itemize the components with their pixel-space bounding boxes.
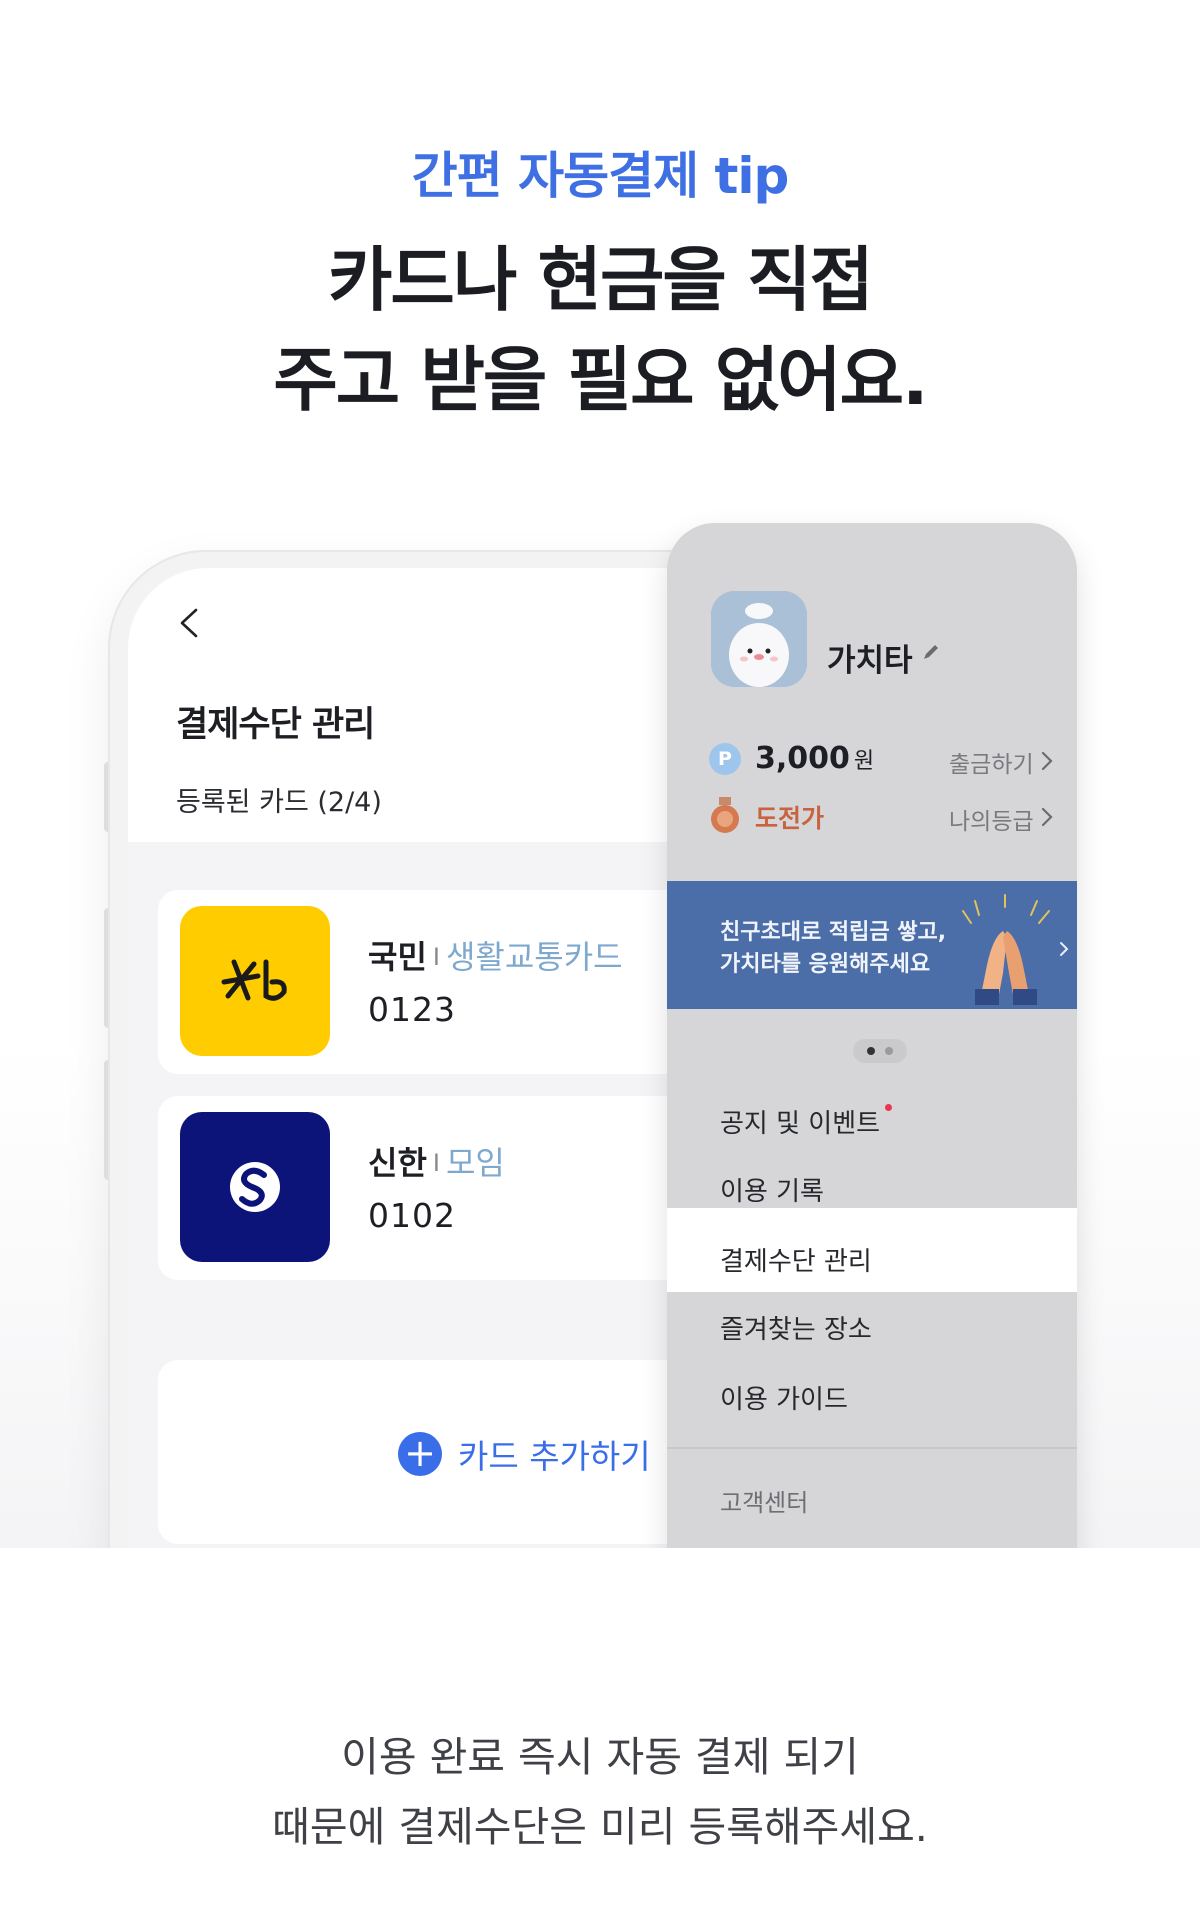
menu-item-notices[interactable]: 공지 및 이벤트 [720, 1103, 880, 1140]
pagination-dot[interactable] [885, 1047, 893, 1055]
shinhan-logo-icon [180, 1112, 330, 1262]
registered-cards-count: 등록된 카드 (2/4) [176, 787, 382, 818]
new-badge-dot [885, 1104, 892, 1111]
menu-item-label: 이용 가이드 [720, 1385, 848, 1415]
back-arrow-icon[interactable] [176, 608, 206, 638]
card-type: 모임 [445, 1144, 505, 1182]
chevron-right-icon [1041, 807, 1053, 827]
menu-item-label: 결제수단 관리 [720, 1247, 872, 1277]
page-title: 결제수단 관리 [176, 705, 375, 745]
card-separator: I [432, 1149, 440, 1177]
card-number: 0102 [368, 1196, 456, 1235]
side-menu: 가치타 P 3,000 원 출금하기 도전가 나의등급 친구초대로 적립금 쌓고… [667, 523, 1077, 1548]
banner-line-1: 친구초대로 적립금 쌓고, [720, 920, 947, 945]
card-issuer: 국민 [368, 938, 427, 976]
character-avatar-icon [711, 591, 807, 687]
chevron-right-icon [1041, 751, 1053, 771]
points-value: 3,000 [755, 741, 850, 776]
menu-item-label: 이용 기록 [720, 1177, 824, 1207]
card-item-kb[interactable]: 국민 I 생활교통카드 0123 [158, 890, 688, 1074]
divider [667, 1447, 1077, 1449]
card-item-shinhan[interactable]: 신한 I 모임 0102 [158, 1096, 688, 1280]
menu-item-label: 고객센터 [720, 1489, 809, 1517]
menu-item-favorites[interactable]: 즐겨찾는 장소 [720, 1309, 872, 1346]
add-card-button[interactable]: + 카드 추가하기 [158, 1360, 688, 1544]
medal-icon [711, 797, 739, 833]
headline-line-2: 주고 받을 필요 없어요. [273, 339, 928, 421]
points-coin-icon: P [709, 743, 741, 775]
card-title: 국민 I 생활교통카드 [368, 932, 623, 978]
invite-banner[interactable]: 친구초대로 적립금 쌓고, 가치타를 응원해주세요 [667, 881, 1077, 1009]
plus-icon: + [398, 1432, 442, 1476]
kb-logo-icon [180, 906, 330, 1056]
points-unit: 원 [853, 749, 875, 774]
banner-pagination [853, 1039, 907, 1063]
card-issuer: 신한 [368, 1144, 427, 1182]
card-separator: I [432, 943, 440, 971]
card-type: 생활교통카드 [445, 938, 623, 976]
nickname: 가치타 [827, 643, 913, 679]
payment-methods-screen: 결제수단 관리 등록된 카드 (2/4) 국민 I 생활교통카드 0123 신한… [128, 568, 688, 1548]
headline-line-1: 카드나 현금을 직접 [328, 239, 874, 321]
card-number: 0123 [368, 990, 456, 1029]
banner-text: 친구초대로 적립금 쌓고, 가치타를 응원해주세요 [720, 917, 946, 981]
menu-item-label: 공지 및 이벤트 [720, 1109, 881, 1139]
pencil-icon[interactable] [920, 641, 942, 663]
banner-line-2: 가치타를 응원해주세요 [720, 952, 931, 977]
footer-line-2: 때문에 결제수단은 미리 등록해주세요. [272, 1803, 928, 1851]
menu-item-payment-methods[interactable]: 결제수단 관리 [720, 1241, 872, 1278]
avatar[interactable] [711, 591, 807, 687]
menu-item-label: 즐겨찾는 장소 [720, 1315, 872, 1345]
grade-label: 도전가 [755, 804, 825, 833]
footer-line-1: 이용 완료 즉시 자동 결제 되기 [341, 1733, 859, 1781]
menu-item-guide[interactable]: 이용 가이드 [720, 1379, 848, 1416]
points-balance: 3,000 원 [755, 741, 874, 776]
add-card-label: 카드 추가하기 [458, 1437, 651, 1476]
high-five-icon [962, 894, 1050, 1005]
card-title: 신한 I 모임 [368, 1138, 505, 1184]
menu-item-history[interactable]: 이용 기록 [720, 1171, 824, 1208]
headline: 카드나 현금을 직접 주고 받을 필요 없어요. [0, 230, 1200, 430]
chevron-right-icon [1060, 942, 1069, 956]
footer-caption: 이용 완료 즉시 자동 결제 되기 때문에 결제수단은 미리 등록해주세요. [0, 1722, 1200, 1862]
my-grade-label: 나의등급 [949, 809, 1034, 835]
withdraw-link[interactable]: 출금하기 [949, 745, 1034, 779]
my-grade-link[interactable]: 나의등급 [949, 802, 1034, 836]
screen-header: 결제수단 관리 등록된 카드 (2/4) [128, 568, 688, 842]
withdraw-label: 출금하기 [949, 752, 1034, 778]
pagination-dot-active[interactable] [867, 1047, 875, 1055]
app-preview: 결제수단 관리 등록된 카드 (2/4) 국민 I 생활교통카드 0123 신한… [0, 500, 1200, 1548]
eyebrow-title: 간편 자동결제 tip [411, 147, 790, 205]
menu-item-customer-center[interactable]: 고객센터 [720, 1483, 808, 1518]
